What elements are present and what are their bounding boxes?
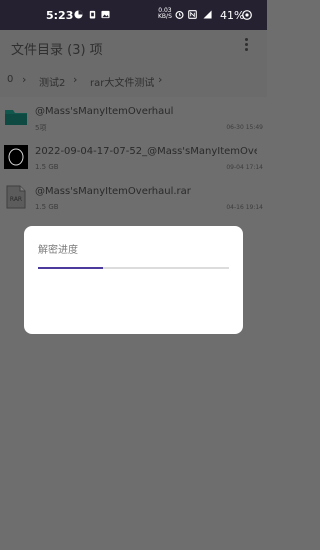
file-name: @Mass'sManyItemOverhaul.rar bbox=[35, 186, 191, 197]
file-date: 06-30 15:49 bbox=[226, 124, 263, 131]
signal-icon bbox=[203, 10, 212, 19]
network-speed: 0.03 KB/S bbox=[158, 7, 172, 20]
more-vert-icon[interactable] bbox=[243, 38, 249, 54]
rar-file-icon: RAR bbox=[6, 185, 26, 209]
dialog-title: 解密进度 bbox=[38, 245, 78, 256]
status-bar: 5:23 0.03 KB/S 41% bbox=[0, 0, 267, 30]
file-name: 2022-09-04-17-07-52_@Mass'sManyItemOverh… bbox=[35, 146, 257, 157]
file-row[interactable]: 2022-09-04-17-07-52_@Mass'sManyItemOverh… bbox=[0, 141, 267, 177]
image-icon bbox=[101, 10, 110, 19]
alarm-icon bbox=[175, 10, 184, 19]
breadcrumb-current[interactable]: rar大文件测试 bbox=[90, 74, 154, 89]
breadcrumb-folder[interactable]: 测试2 bbox=[39, 74, 65, 89]
breadcrumb-root[interactable]: 0 bbox=[7, 74, 13, 85]
svg-text:RAR: RAR bbox=[10, 196, 22, 203]
page-title: 文件目录 (3) 项 bbox=[11, 43, 103, 58]
file-name: @Mass'sManyItemOverhaul bbox=[35, 106, 174, 117]
chevron-right-icon: › bbox=[158, 73, 163, 86]
progress-dialog: 解密进度 bbox=[24, 226, 243, 334]
progress-fill bbox=[38, 267, 103, 269]
decrypt-progress-bar bbox=[38, 267, 229, 269]
file-meta: 5项 bbox=[35, 124, 47, 132]
breadcrumb: 0 › 测试2 › rar大文件测试 › bbox=[0, 63, 267, 97]
circle-thumbnail-icon bbox=[4, 145, 28, 169]
file-row[interactable]: RAR @Mass'sManyItemOverhaul.rar 1.5 GB 0… bbox=[0, 181, 267, 217]
app-notification-icon bbox=[74, 10, 83, 19]
file-date: 09-04 17:14 bbox=[226, 164, 263, 171]
chevron-right-icon: › bbox=[73, 73, 78, 86]
file-meta: 1.5 GB bbox=[35, 203, 59, 211]
chevron-right-icon: › bbox=[22, 73, 27, 86]
clipboard-icon bbox=[89, 10, 96, 19]
status-time: 5:23 bbox=[46, 9, 74, 22]
folder-icon bbox=[5, 110, 27, 125]
battery-icon bbox=[242, 10, 252, 20]
nfc-icon bbox=[188, 10, 197, 19]
file-meta: 1.5 GB bbox=[35, 163, 59, 171]
battery-percent: 41% bbox=[220, 9, 245, 22]
file-date: 04-16 19:14 bbox=[226, 204, 263, 211]
app-bar: 文件目录 (3) 项 bbox=[0, 30, 267, 63]
file-row[interactable]: @Mass'sManyItemOverhaul 5项 06-30 15:49 bbox=[0, 101, 267, 137]
